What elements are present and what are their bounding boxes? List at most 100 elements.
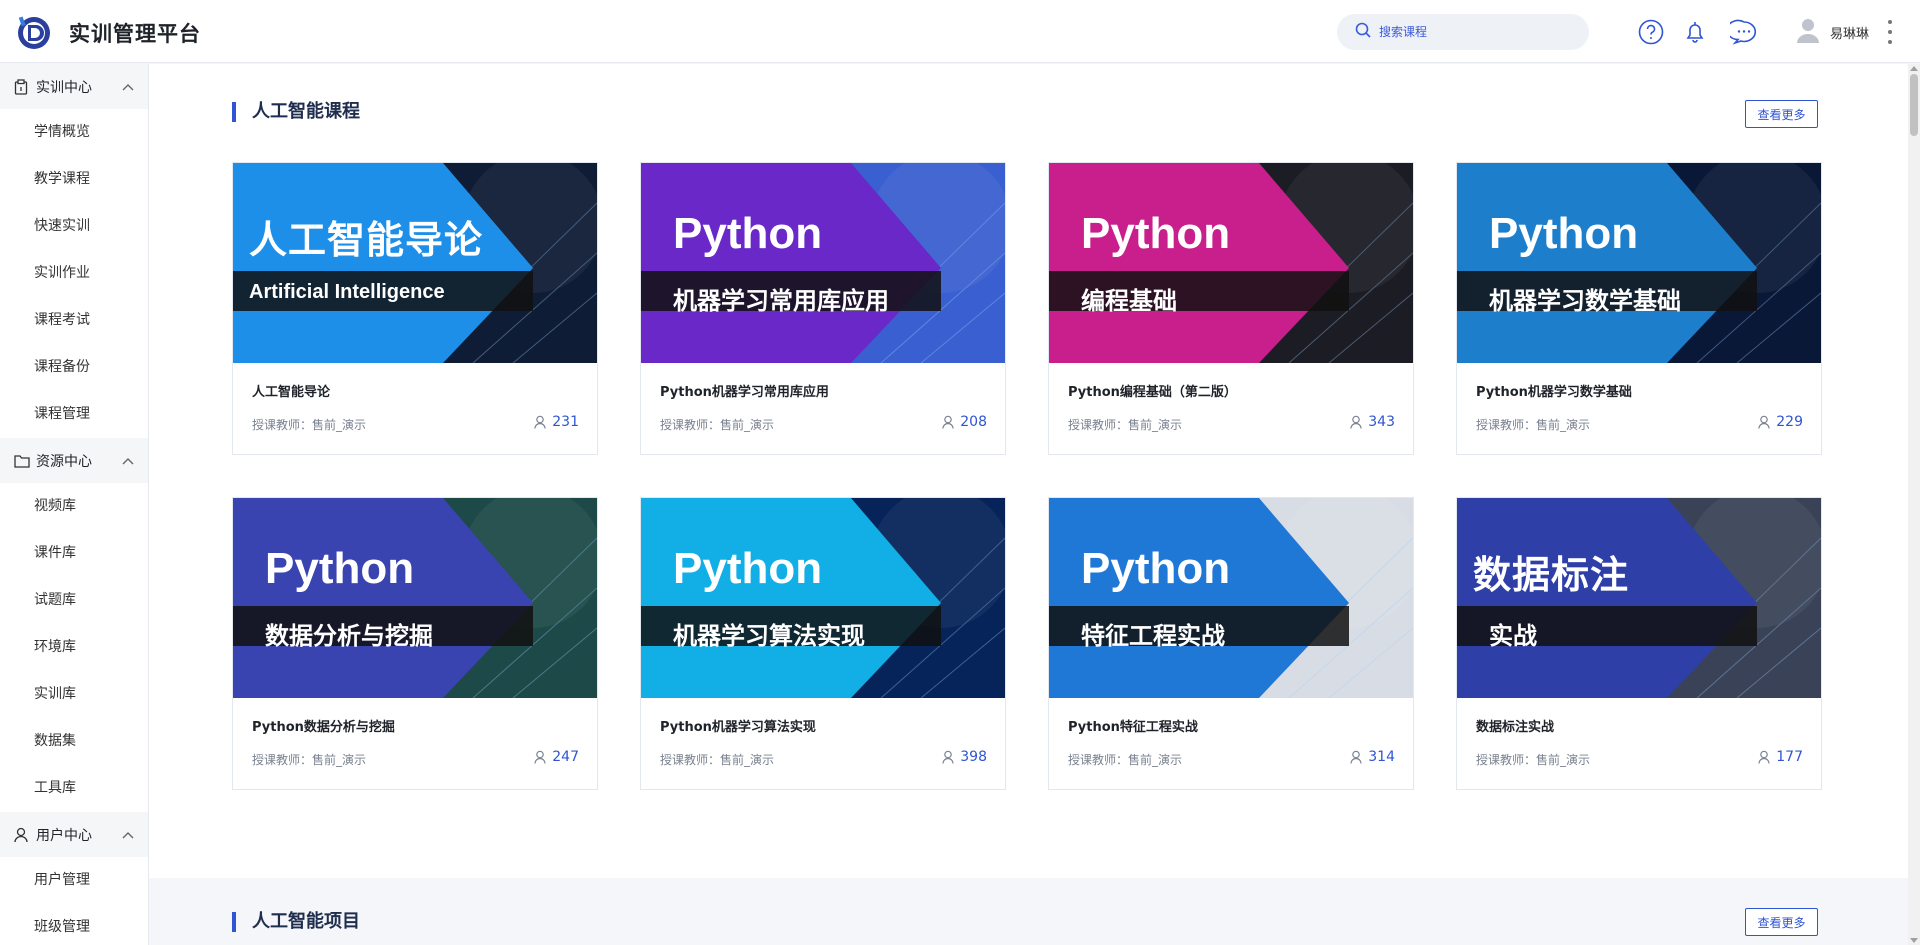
search-box[interactable] bbox=[1337, 14, 1589, 50]
course-teacher: 授课教师：售前_演示 bbox=[660, 753, 775, 767]
search-input[interactable] bbox=[1379, 25, 1579, 39]
student-count: 398 bbox=[942, 749, 987, 765]
sidebar-item-video-library[interactable]: 视频库 bbox=[0, 483, 148, 530]
user-icon bbox=[942, 415, 954, 429]
sidebar-group-users[interactable]: 用户中心 bbox=[0, 812, 148, 857]
sidebar-item-training-homework[interactable]: 实训作业 bbox=[0, 250, 148, 297]
banner-title: 人工智能导论 bbox=[249, 218, 484, 262]
student-count-value: 343 bbox=[1368, 414, 1395, 430]
sidebar-item-datasets[interactable]: 数据集 bbox=[0, 718, 148, 765]
student-count-value: 398 bbox=[960, 749, 987, 765]
sidebar-group-label: 资源中心 bbox=[36, 453, 92, 470]
user-icon bbox=[14, 827, 30, 843]
student-count: 231 bbox=[534, 414, 579, 430]
sidebar-item-class-management[interactable]: 班级管理 bbox=[0, 904, 148, 945]
chevron-up-icon[interactable] bbox=[122, 827, 134, 843]
chevron-up-icon[interactable] bbox=[122, 79, 134, 95]
username: 易琳琳 bbox=[1830, 26, 1870, 42]
course-card[interactable]: Python 数据分析与挖掘 Python数据分析与挖掘 授课教师：售前_演示 247 bbox=[232, 497, 598, 790]
sidebar-item-learning-overview[interactable]: 学情概览 bbox=[0, 109, 148, 156]
section-title: 人工智能项目 bbox=[232, 912, 360, 932]
user-icon bbox=[1350, 415, 1362, 429]
course-card[interactable]: Python 机器学习常用库应用 Python机器学习常用库应用 授课教师：售前_演示… bbox=[640, 162, 1006, 455]
banner-title: Python bbox=[673, 209, 823, 258]
bell-icon[interactable] bbox=[1681, 18, 1709, 46]
ai-projects-section: 人工智能项目 查看更多 bbox=[149, 878, 1908, 945]
chat-icon[interactable] bbox=[1730, 18, 1758, 46]
chevron-up-icon[interactable] bbox=[122, 453, 134, 469]
course-banner-image: Python 数据分析与挖掘 bbox=[233, 498, 597, 698]
banner-subtitle: 实战 bbox=[1489, 622, 1537, 650]
course-teacher: 授课教师：售前_演示 bbox=[660, 418, 775, 432]
course-card[interactable]: 人工智能导论 Artificial Intelligence 人工智能导论授课教师：… bbox=[232, 162, 598, 455]
course-card[interactable]: Python 机器学习算法实现 Python机器学习算法实现 授课教师：售前_演示 39… bbox=[640, 497, 1006, 790]
page-scrollbar[interactable] bbox=[1908, 64, 1920, 945]
banner-subtitle: 机器学习算法实现 bbox=[673, 622, 865, 650]
section-title: 人工智能课程 bbox=[232, 102, 360, 122]
course-card[interactable]: Python 特征工程实战 Python特征工程实战 授课教师：售前_演示 314 bbox=[1048, 497, 1414, 790]
user-icon bbox=[942, 750, 954, 764]
banner-subtitle: Artificial Intelligence bbox=[249, 281, 445, 303]
sidebar-item-teaching-courses[interactable]: 教学课程 bbox=[0, 156, 148, 203]
user-menu[interactable]: 易琳琳 bbox=[1794, 17, 1869, 47]
sidebar-item-quick-training[interactable]: 快速实训 bbox=[0, 203, 148, 250]
sidebar-item-tool-library[interactable]: 工具库 bbox=[0, 765, 148, 812]
banner-title: 数据标注 bbox=[1473, 553, 1630, 597]
top-header: 实训管理平台 易琳琳 bbox=[0, 0, 1920, 63]
user-icon bbox=[1350, 750, 1362, 764]
help-icon[interactable] bbox=[1637, 18, 1665, 46]
sidebar-item-course-backup[interactable]: 课程备份 bbox=[0, 344, 148, 391]
course-teacher: 授课教师：售前_演示 bbox=[1476, 753, 1591, 767]
course-teacher: 授课教师：售前_演示 bbox=[1068, 753, 1183, 767]
sidebar-item-courseware-library[interactable]: 课件库 bbox=[0, 530, 148, 577]
course-name: Python机器学习常用库应用 bbox=[660, 385, 829, 400]
student-count-value: 247 bbox=[552, 749, 579, 765]
view-more-button[interactable]: 查看更多 bbox=[1745, 908, 1818, 936]
user-icon bbox=[1758, 415, 1770, 429]
student-count-value: 314 bbox=[1368, 749, 1395, 765]
sidebar-item-question-bank[interactable]: 试题库 bbox=[0, 577, 148, 624]
sidebar-item-course-exam[interactable]: 课程考试 bbox=[0, 297, 148, 344]
sidebar-group-resources[interactable]: 资源中心 bbox=[0, 438, 148, 483]
course-card[interactable]: Python 编程基础 Python编程基础（第二版） 授课教师：售前_演示 343 bbox=[1048, 162, 1414, 455]
sidebar-item-environment-library[interactable]: 环境库 bbox=[0, 624, 148, 671]
banner-subtitle: 数据分析与挖掘 bbox=[265, 622, 433, 650]
sidebar-group-label: 实训中心 bbox=[36, 79, 92, 96]
student-count: 247 bbox=[534, 749, 579, 765]
more-menu-icon[interactable] bbox=[1886, 20, 1894, 44]
course-banner-image: Python 机器学习数学基础 bbox=[1457, 163, 1821, 363]
course-card[interactable]: 数据标注 实战 数据标注实战 授课教师：售前_演示 177 bbox=[1456, 497, 1822, 790]
student-count: 314 bbox=[1350, 749, 1395, 765]
course-name: 数据标注实战 bbox=[1476, 720, 1555, 735]
course-teacher: 授课教师：售前_演示 bbox=[252, 418, 367, 432]
course-banner-image: Python 机器学习算法实现 bbox=[641, 498, 1005, 698]
scroll-down-arrow-icon[interactable] bbox=[1910, 938, 1918, 943]
scroll-up-arrow-icon[interactable] bbox=[1910, 66, 1918, 71]
course-banner-image: 数据标注实战 bbox=[1457, 498, 1821, 698]
user-icon bbox=[534, 750, 546, 764]
student-count-value: 229 bbox=[1776, 414, 1803, 430]
logo-icon[interactable] bbox=[14, 13, 52, 51]
scrollbar-thumb[interactable] bbox=[1910, 74, 1918, 136]
sidebar-item-course-management[interactable]: 课程管理 bbox=[0, 391, 148, 438]
course-banner-image: Python 特征工程实战 bbox=[1049, 498, 1413, 698]
sidebar-item-user-management[interactable]: 用户管理 bbox=[0, 857, 148, 904]
course-card[interactable]: Python 机器学习数学基础 Python机器学习数学基础 授课教师：售前_演示 22… bbox=[1456, 162, 1822, 455]
folder-icon bbox=[14, 453, 30, 469]
app-title: 实训管理平台 bbox=[69, 22, 201, 46]
search-icon bbox=[1355, 22, 1371, 42]
banner-subtitle: 编程基础 bbox=[1081, 287, 1177, 315]
sidebar-item-training-library[interactable]: 实训库 bbox=[0, 671, 148, 718]
student-count-value: 177 bbox=[1776, 749, 1803, 765]
view-more-button[interactable]: 查看更多 bbox=[1745, 100, 1818, 128]
course-name: Python机器学习数学基础 bbox=[1476, 385, 1632, 400]
course-banner-image: 人工智能导论 Artificial Intelligence bbox=[233, 163, 597, 363]
course-banner-image: Python 机器学习常用库应用 bbox=[641, 163, 1005, 363]
banner-subtitle: 机器学习数学基础 bbox=[1489, 287, 1681, 315]
student-count: 208 bbox=[942, 414, 987, 430]
user-icon bbox=[1758, 750, 1770, 764]
course-teacher: 授课教师：售前_演示 bbox=[1068, 418, 1183, 432]
sidebar-group-training[interactable]: 实训中心 bbox=[0, 64, 148, 109]
banner-title: Python bbox=[265, 544, 415, 593]
banner-title: Python bbox=[1081, 209, 1231, 258]
